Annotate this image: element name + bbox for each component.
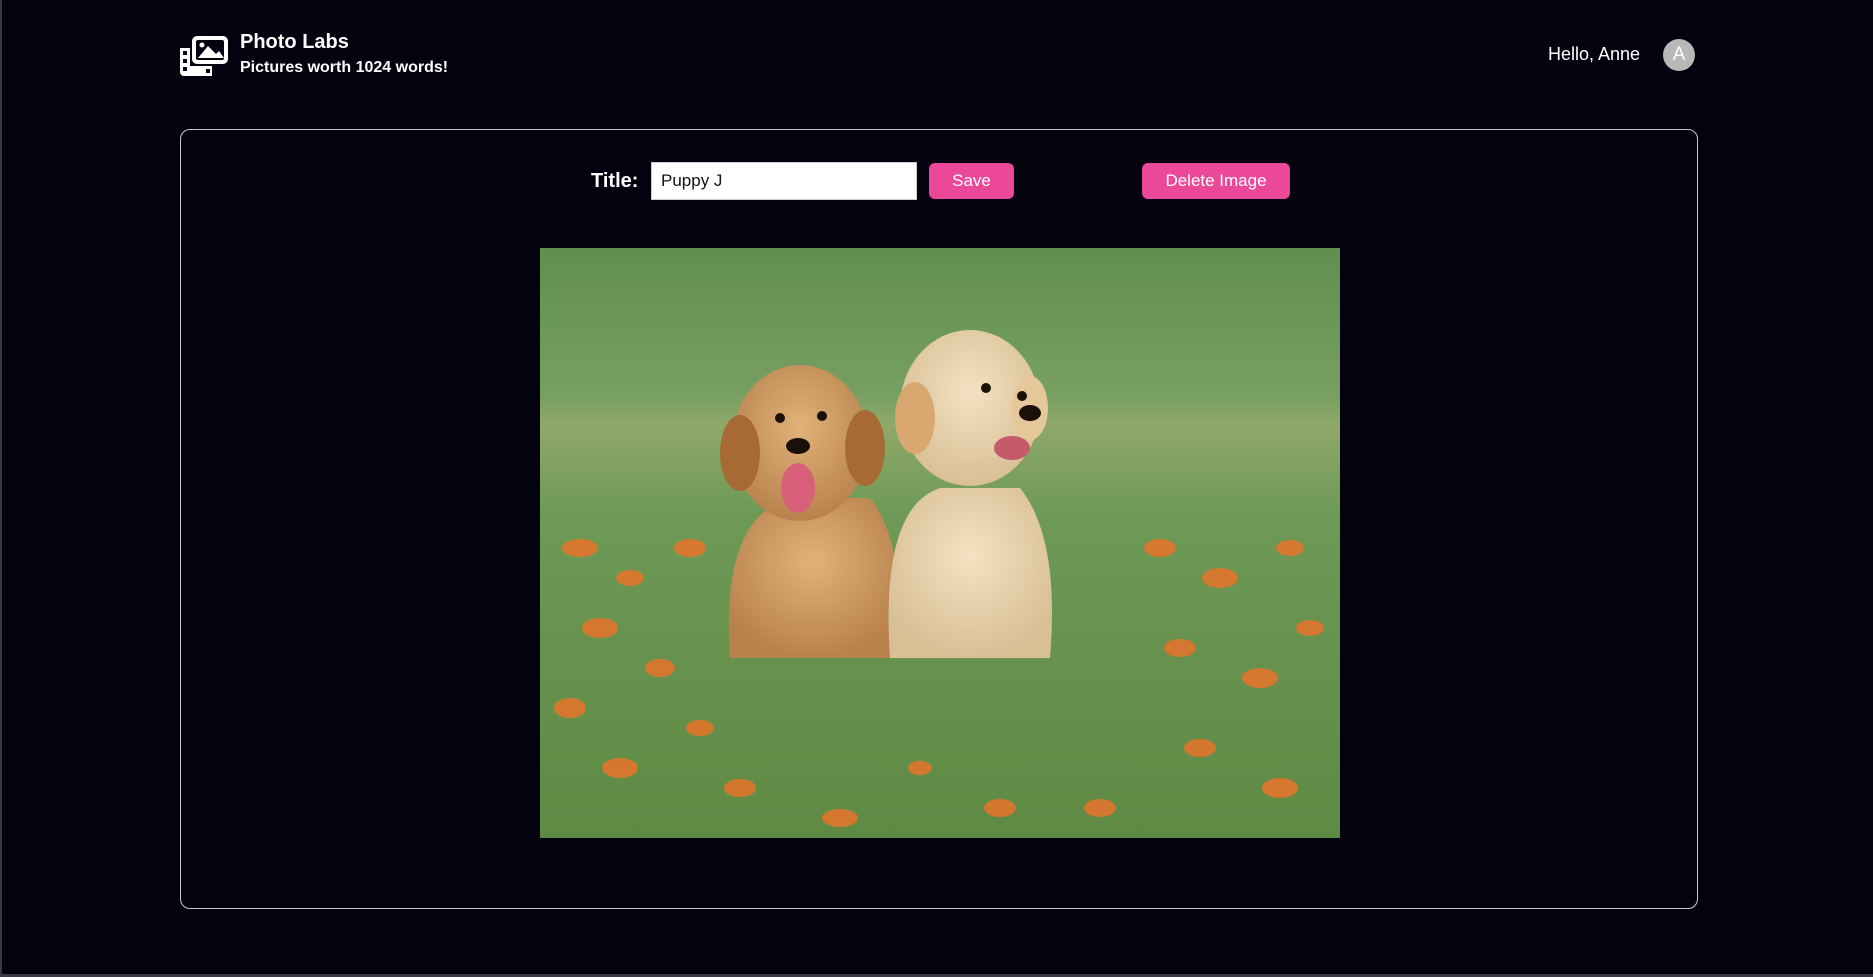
app-title: Photo Labs bbox=[240, 31, 349, 53]
save-button[interactable]: Save bbox=[929, 163, 1014, 199]
avatar[interactable]: A bbox=[1663, 39, 1695, 71]
greeting: Hello, Anne bbox=[1548, 44, 1641, 64]
puppy-image bbox=[540, 248, 1340, 838]
title-input[interactable] bbox=[651, 162, 917, 200]
title-label: Title: bbox=[591, 170, 639, 192]
photo-gallery-icon bbox=[180, 36, 228, 76]
app-subtitle: Pictures worth 1024 words! bbox=[240, 59, 449, 76]
delete-image-button[interactable]: Delete Image bbox=[1142, 163, 1290, 199]
